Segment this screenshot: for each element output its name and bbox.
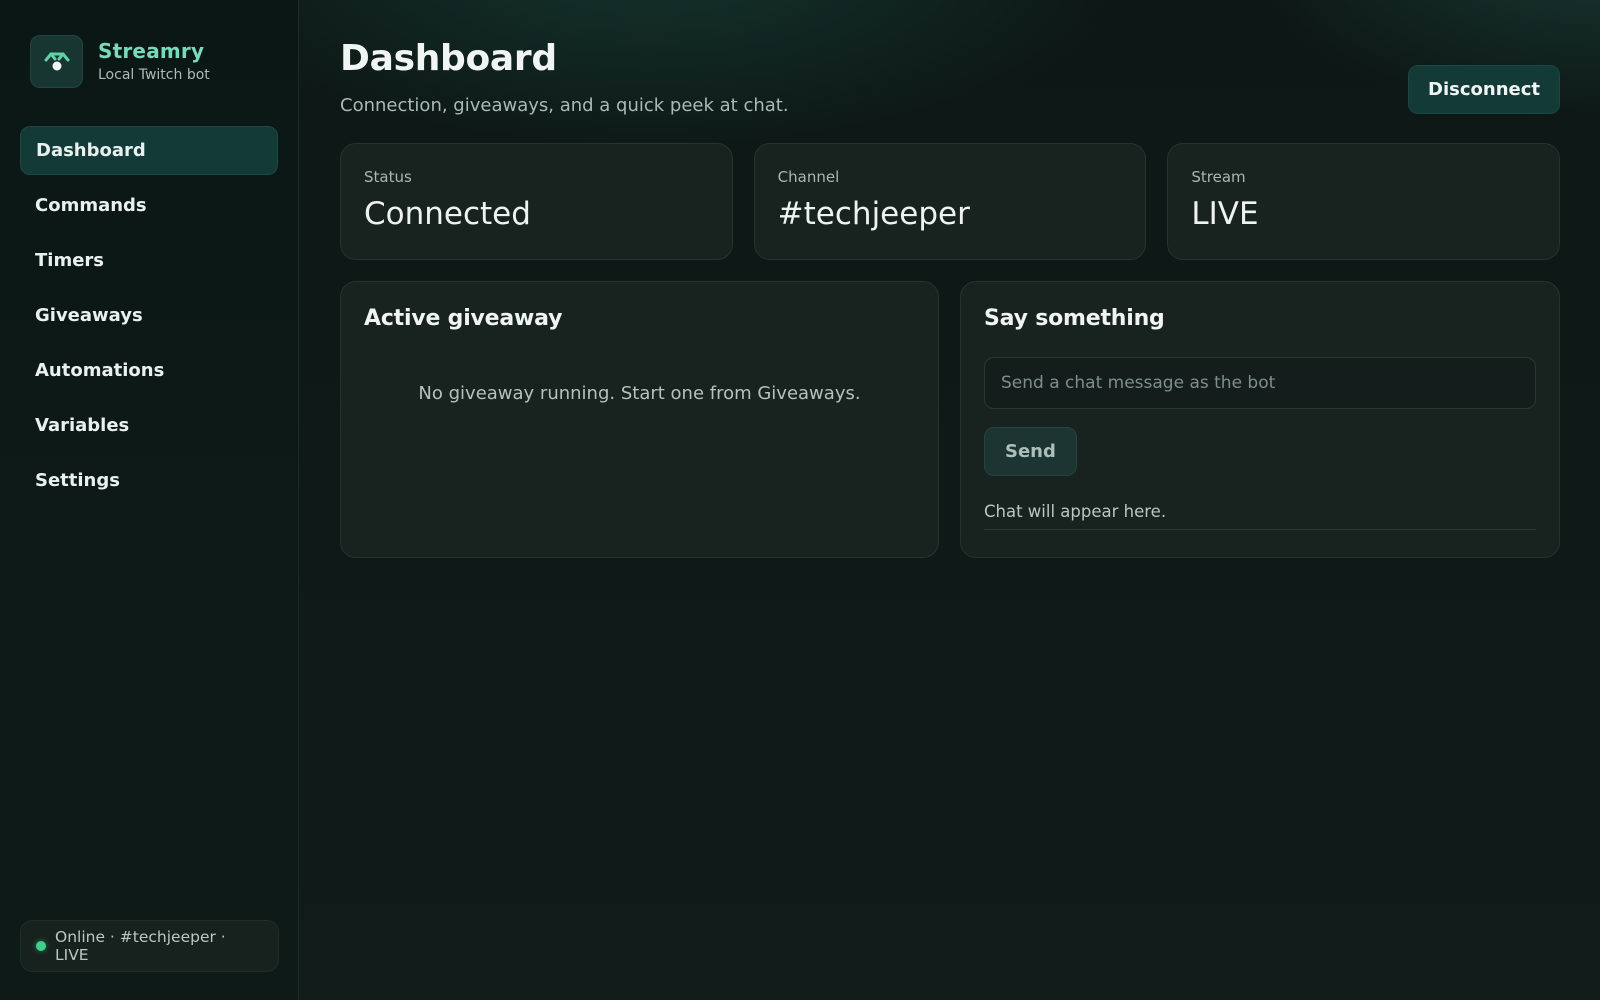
stat-value: #techjeeper	[777, 196, 970, 232]
active-giveaway-panel: Active giveaway No giveaway running. Sta…	[340, 281, 939, 558]
giveaway-empty-message: No giveaway running. Start one from Give…	[418, 383, 861, 404]
disconnect-button[interactable]: Disconnect	[1408, 65, 1560, 114]
sidebar-item-timers[interactable]: Timers	[20, 236, 278, 285]
main-content: Dashboard Connection, giveaways, and a q…	[299, 0, 1600, 1000]
brand-name: Streamry	[98, 39, 205, 63]
panels-row: Active giveaway No giveaway running. Sta…	[340, 281, 1560, 558]
sidebar-item-giveaways[interactable]: Giveaways	[20, 291, 278, 340]
sidebar-item-variables[interactable]: Variables	[20, 401, 278, 450]
app-root: Streamry Local Twitch bot Dashboard Comm…	[0, 0, 1600, 1000]
stat-value: Connected	[364, 196, 531, 232]
connection-status-pill: Online · #techjeeper · LIVE	[20, 920, 279, 972]
panel-title: Say something	[984, 306, 1165, 331]
stat-label: Stream	[1191, 168, 1246, 186]
connection-status-text: Online · #techjeeper · LIVE	[55, 928, 226, 964]
sidebar-item-dashboard[interactable]: Dashboard	[20, 126, 278, 175]
sidebar-nav: Dashboard Commands Timers Giveaways Auto…	[20, 126, 278, 505]
robot-antenna-icon	[30, 34, 83, 88]
chat-message-input[interactable]	[984, 357, 1536, 409]
page-header: Dashboard Connection, giveaways, and a q…	[340, 38, 1560, 138]
online-indicator-icon	[36, 941, 46, 951]
send-button[interactable]: Send	[984, 427, 1077, 476]
panel-title: Active giveaway	[364, 306, 563, 331]
stats-row: Status Connected Channel #techjeeper Str…	[340, 143, 1561, 260]
stat-card-channel: Channel #techjeeper	[753, 143, 1147, 260]
sidebar-item-commands[interactable]: Commands	[20, 181, 278, 230]
sidebar-item-automations[interactable]: Automations	[20, 346, 278, 395]
stat-label: Channel	[777, 168, 840, 186]
page-title: Dashboard	[340, 38, 557, 79]
stat-label: Status	[364, 168, 412, 186]
sidebar-item-settings[interactable]: Settings	[20, 456, 278, 505]
say-something-panel: Say something Send Chat will appear here…	[960, 281, 1560, 558]
sidebar: Streamry Local Twitch bot Dashboard Comm…	[0, 0, 299, 1000]
stat-card-stream: Stream LIVE	[1167, 143, 1561, 260]
brand: Streamry Local Twitch bot	[30, 34, 278, 88]
stat-value: LIVE	[1191, 196, 1259, 232]
page-subtitle: Connection, giveaways, and a quick peek …	[340, 95, 789, 116]
stat-card-status: Status Connected	[340, 143, 733, 260]
chat-log: Chat will appear here.	[984, 502, 1536, 530]
brand-subtitle: Local Twitch bot	[98, 67, 210, 83]
